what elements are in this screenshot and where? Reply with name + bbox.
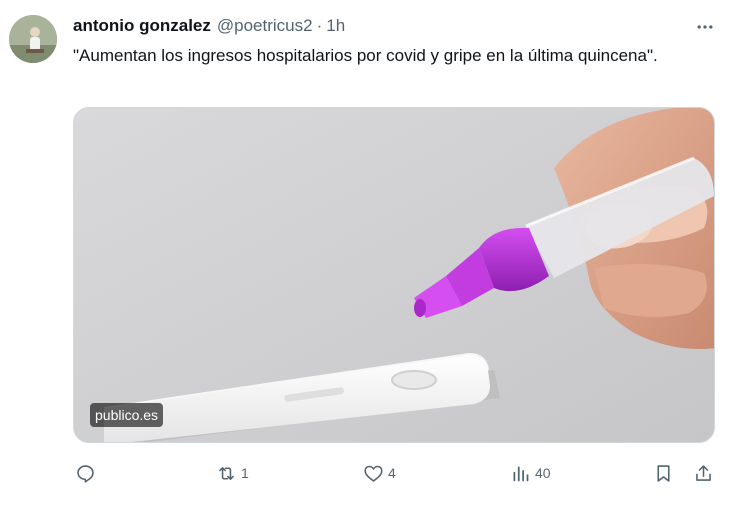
antigen-test-photo: [74, 108, 714, 442]
author-name[interactable]: antonio gonzalez: [73, 16, 211, 36]
share-button[interactable]: [693, 458, 714, 488]
tweet-header: antonio gonzalez @poetricus2 · 1h: [73, 16, 345, 38]
author-handle[interactable]: @poetricus2: [217, 16, 313, 36]
tweet-actions-bar: 1 4 40: [73, 458, 719, 488]
bookmark-icon: [657, 464, 670, 482]
avatar[interactable]: [9, 15, 57, 63]
more-options-button[interactable]: [690, 12, 720, 42]
retweet-count: 1: [241, 465, 249, 481]
tweet-time[interactable]: 1h: [326, 16, 345, 36]
tweet[interactable]: antonio gonzalez @poetricus2 · 1h "Aumen…: [0, 0, 732, 506]
like-icon: [364, 465, 383, 482]
retweet-button[interactable]: 1: [216, 458, 249, 488]
like-count: 4: [388, 465, 396, 481]
share-icon: [696, 464, 711, 481]
tweet-media-image[interactable]: publico.es: [73, 107, 715, 443]
views-icon: [513, 466, 529, 481]
tweet-text: "Aumentan los ingresos hospitalarios por…: [73, 46, 658, 65]
like-button[interactable]: 4: [363, 458, 396, 488]
media-source-label[interactable]: publico.es: [90, 403, 164, 427]
bookmark-button[interactable]: [653, 458, 674, 488]
separator-dot: ·: [316, 16, 323, 35]
views-button[interactable]: 40: [510, 458, 551, 488]
retweet-icon: [219, 466, 234, 480]
more-icon: [697, 25, 713, 29]
reply-icon: [77, 464, 94, 483]
reply-button[interactable]: [75, 458, 100, 488]
views-count: 40: [535, 465, 551, 481]
